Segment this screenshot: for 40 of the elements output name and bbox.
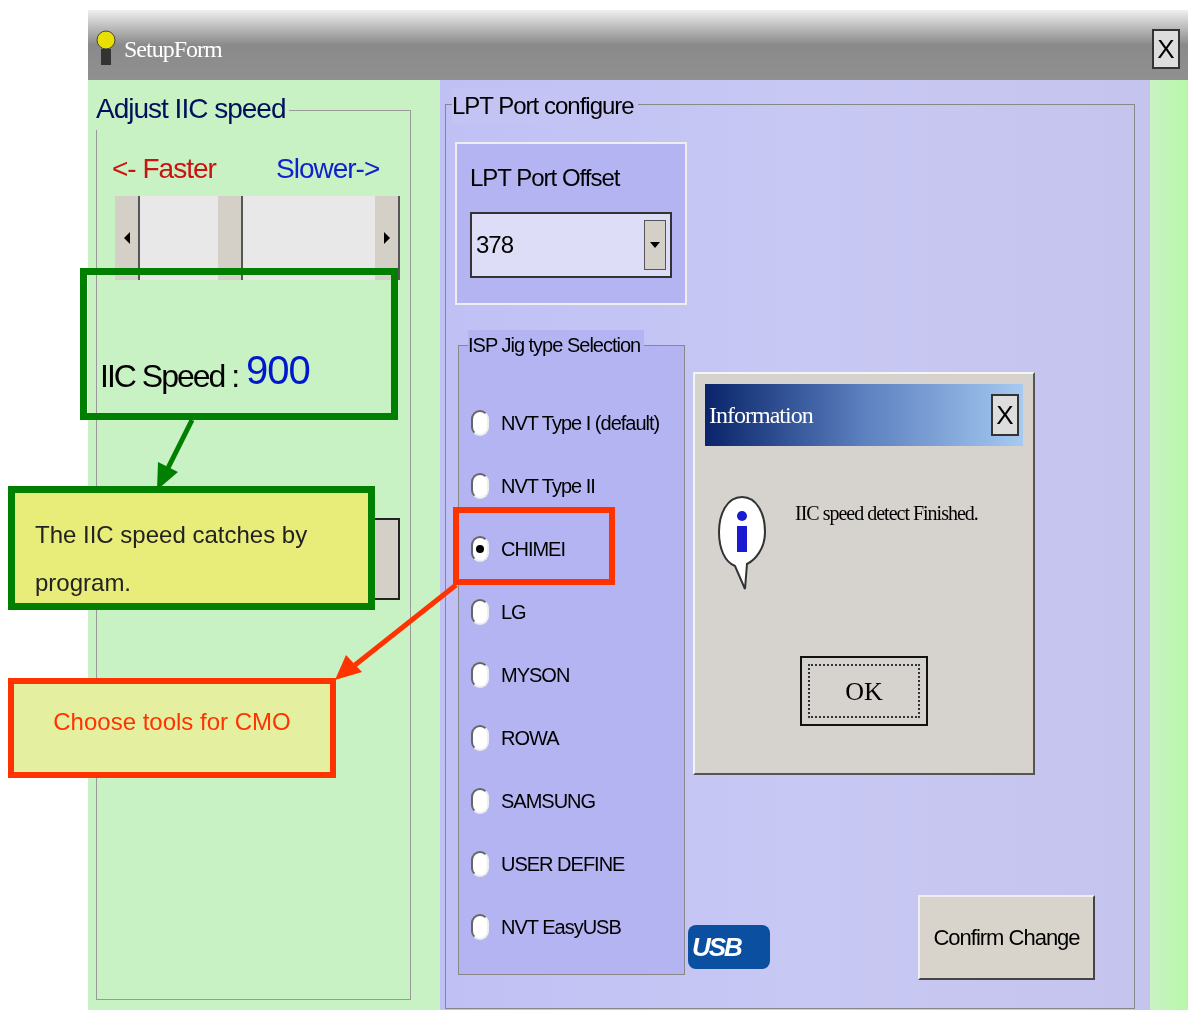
radio-label: MYSON [501,662,570,688]
radio-button[interactable] [471,913,489,940]
radio-label: USER DEFINE [501,851,625,877]
speed-value: 900 [246,347,310,394]
radio-label: LG [501,599,526,625]
radio-button[interactable] [471,787,489,814]
right-arrow-icon [383,232,390,244]
callout-text: The IIC speed catches by program. [35,520,309,598]
dialog-message: IIC speed detect Finished. [795,501,978,527]
group-legend: LPT Port configure [452,88,638,124]
left-arrow-icon [123,232,130,244]
close-button[interactable]: X [991,394,1019,436]
radio-button[interactable] [471,598,489,625]
radio-label: NVT Type I (default) [501,410,660,436]
radio-label: ROWA [501,725,559,751]
radio-button[interactable] [471,724,489,751]
radio-label: NVT EasyUSB [501,914,621,940]
scrollbar[interactable] [115,196,400,280]
window-title: SetupForm [124,35,222,64]
radio-label: NVT Type II [501,473,595,499]
ok-button[interactable]: OK [800,656,928,726]
radio-button[interactable] [471,472,489,499]
speed-label: IIC Speed : [100,357,239,396]
radio-button[interactable] [471,661,489,688]
callout-text: Choose tools for CMO [53,707,291,737]
radio-label: CHIMEI [501,536,565,562]
radio-button[interactable] [471,850,489,877]
dialog-title: Information [709,401,813,430]
offset-dropdown[interactable]: 378 [470,212,672,278]
close-button[interactable]: X [1152,29,1180,69]
radio-button[interactable] [471,535,489,562]
scrollbar-thumb[interactable] [217,196,243,280]
left-arrow-button[interactable] [115,196,140,280]
faster-label: <- Faster [112,152,216,186]
offset-label: LPT Port Offset [470,163,620,193]
confirm-change-button[interactable]: Confirm Change [918,895,1095,980]
radio-label: SAMSUNG [501,788,596,814]
slower-label: Slower-> [276,152,380,186]
radio-button[interactable] [471,409,489,436]
usb-logo: USB [688,925,770,969]
